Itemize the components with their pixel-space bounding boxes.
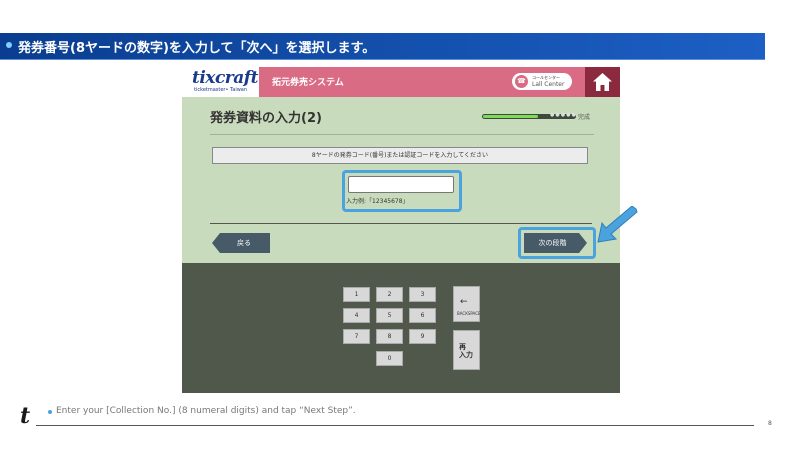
banner-title: 発券番号(8ヤードの数字)を入力して「次へ」を選択します。 — [18, 41, 376, 56]
home-button[interactable] — [585, 67, 620, 97]
pointer-arrow-icon — [597, 206, 638, 243]
back-button[interactable]: 戻る — [212, 233, 270, 253]
collection-number-input[interactable] — [348, 176, 454, 193]
kiosk-header: tixcraft ticketmaster• Taiwan 拓元券売システム ☎… — [182, 67, 620, 97]
home-icon — [593, 73, 612, 91]
backspace-arrow-icon: ← — [460, 297, 468, 307]
key-9[interactable]: 9 — [409, 329, 436, 344]
form-divider — [210, 223, 592, 224]
key-3[interactable]: 3 — [409, 287, 436, 302]
key-1[interactable]: 1 — [343, 287, 370, 302]
instruction-banner: 8ヤードの発券コード(番号)または認証コードを入力してください — [212, 147, 588, 164]
heading-divider — [210, 134, 594, 135]
call-center-en: Lall Center — [532, 81, 565, 88]
key-0[interactable]: 0 — [376, 351, 403, 366]
key-8[interactable]: 8 — [376, 329, 403, 344]
progress-label: 完成 — [578, 114, 591, 121]
progress-dots: ●●●●● — [550, 112, 577, 118]
key-2[interactable]: 2 — [376, 287, 403, 302]
keypad-area: 1 2 3 4 5 6 7 8 9 0 ← BACKSPACE 再入力 — [182, 263, 620, 393]
next-step-button[interactable]: 次の段階 — [524, 233, 587, 253]
reinput-key[interactable]: 再入力 — [453, 330, 480, 370]
title-bar: 拓元券売システム ☎ コールセンター Lall Center — [259, 67, 585, 97]
logo-main-text: tixcraft — [192, 68, 258, 88]
key-6[interactable]: 6 — [409, 308, 436, 323]
kiosk-screen: tixcraft ticketmaster• Taiwan 拓元券売システム ☎… — [182, 67, 620, 393]
tixcraft-logo: tixcraft ticketmaster• Taiwan — [182, 67, 259, 97]
call-center-button[interactable]: ☎ コールセンター Lall Center — [512, 73, 572, 90]
key-4[interactable]: 4 — [343, 308, 370, 323]
key-5[interactable]: 5 — [376, 308, 403, 323]
slide: 発券番号(8ヤードの数字)を入力して「次へ」を選択します。 tixcraft t… — [0, 0, 800, 449]
page-number: 8 — [768, 420, 772, 427]
form-heading: 発券資料の入力(2) — [210, 111, 322, 126]
footer-divider — [36, 425, 754, 426]
backspace-key[interactable]: ← BACKSPACE — [453, 286, 481, 322]
key-7[interactable]: 7 — [343, 329, 370, 344]
logo-sub-text: ticketmaster• Taiwan — [194, 87, 248, 93]
header-banner: 発券番号(8ヤードの数字)を入力して「次へ」を選択します。 — [0, 33, 765, 60]
footer-logo: t — [20, 403, 31, 429]
footer-bullet-icon — [48, 410, 52, 414]
input-example: 入力例:「12345678」 — [346, 198, 409, 205]
footer-caption: Enter your [Collection No.] (8 numeral d… — [56, 406, 356, 416]
phone-icon: ☎ — [515, 75, 528, 88]
bullet-dot-icon — [6, 42, 12, 48]
progress-fill — [483, 115, 538, 118]
system-title: 拓元券売システム — [272, 78, 344, 88]
backspace-label: BACKSPACE — [457, 311, 481, 316]
